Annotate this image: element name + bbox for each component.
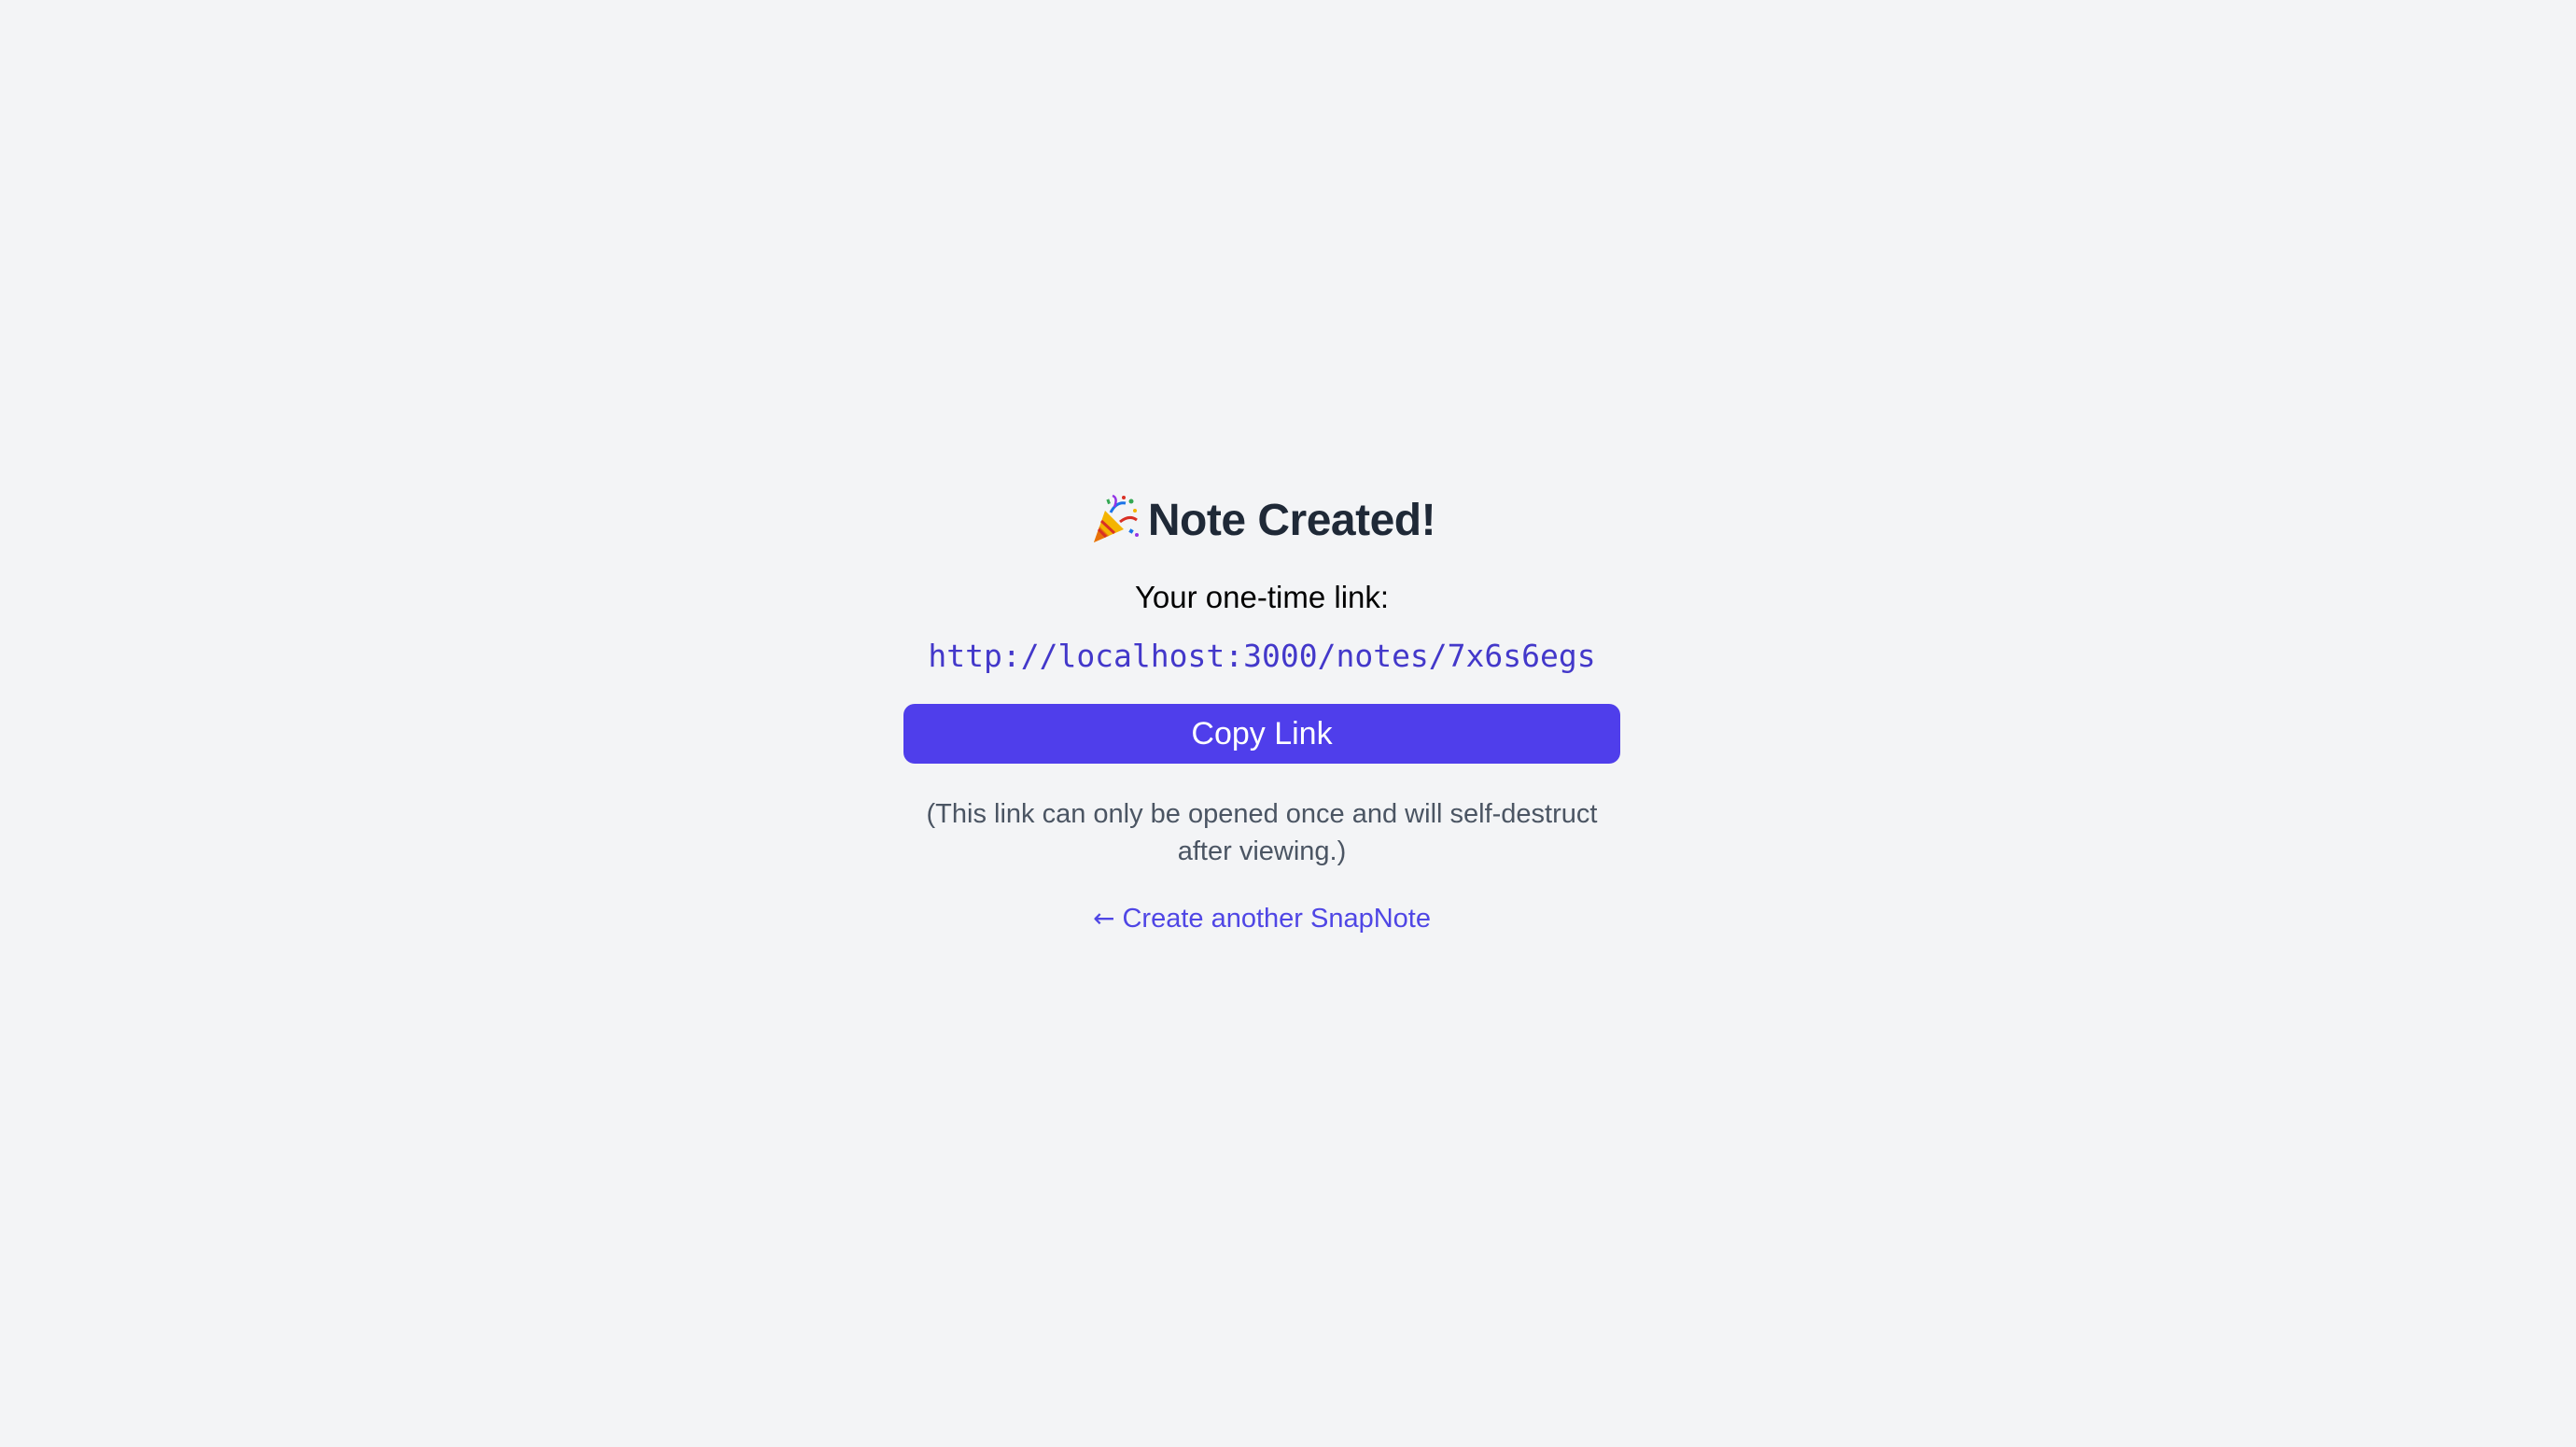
copy-link-button[interactable]: Copy Link — [903, 704, 1620, 764]
create-another-link[interactable]: ← Create another SnapNote — [1093, 900, 1431, 937]
self-destruct-note: (This link can only be opened once and w… — [926, 799, 1598, 866]
party-popper-icon — [1088, 494, 1141, 546]
create-another-label: Create another SnapNote — [1122, 904, 1431, 934]
page-title: Note Created! — [1147, 495, 1436, 545]
title-row: Note Created! — [1088, 487, 1436, 553]
one-time-link[interactable]: http://localhost:3000/notes/7x6s6egs — [928, 637, 1595, 676]
page: Note Created! Your one-time link: http:/… — [0, 0, 2576, 1447]
link-label: Your one-time link: — [1134, 580, 1390, 614]
note-created-card: Note Created! Your one-time link: http:/… — [903, 485, 1620, 937]
arrow-left-icon: ← — [1093, 903, 1115, 934]
